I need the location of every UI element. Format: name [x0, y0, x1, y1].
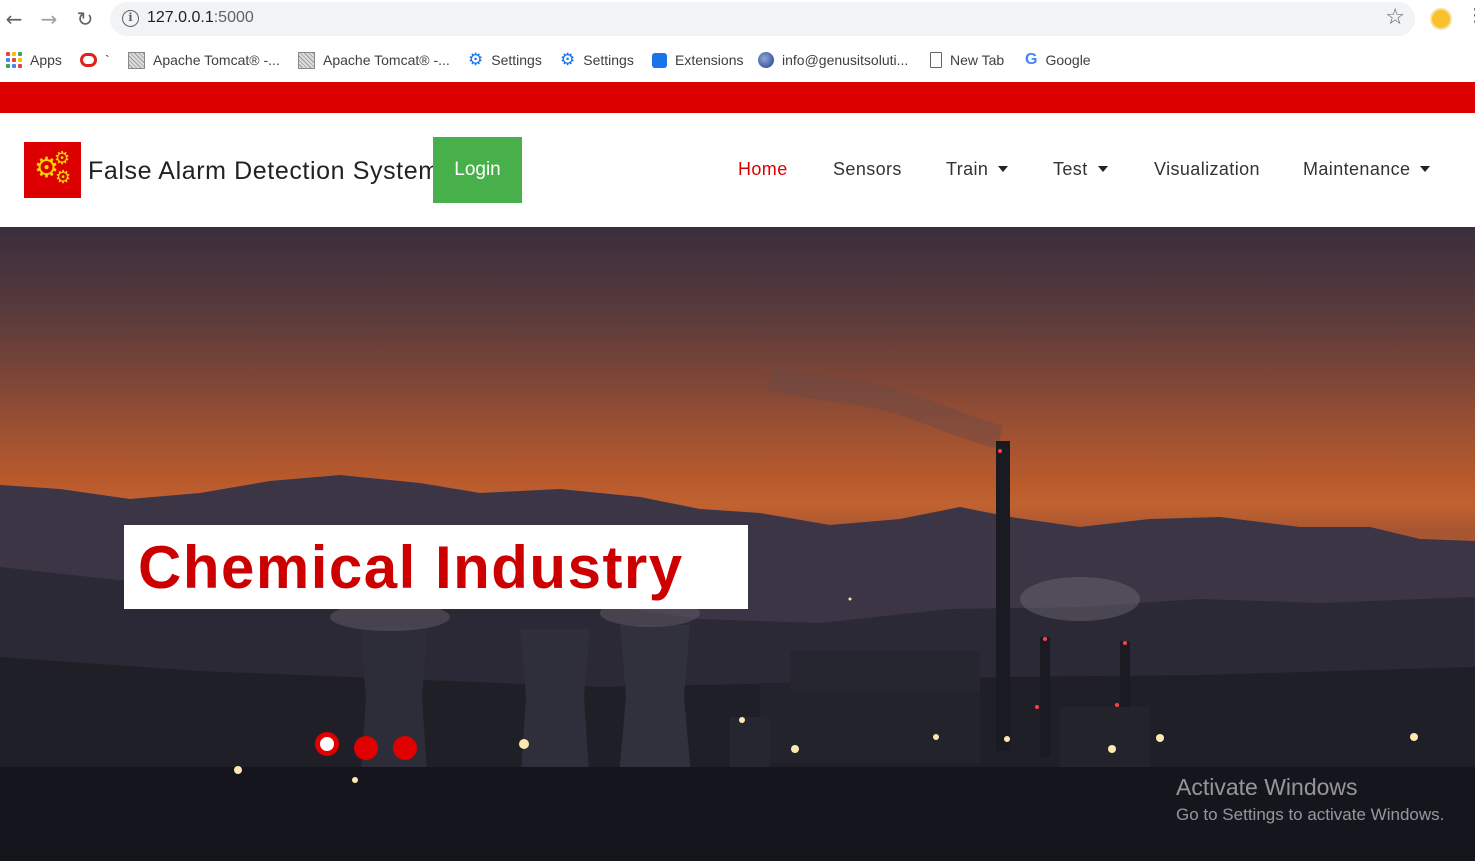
hero-caption: Chemical Industry [138, 534, 684, 601]
gear-icon: ⚙ [468, 49, 484, 70]
bookmark-extensions[interactable]: Extensions [652, 49, 743, 71]
carousel-indicator-1[interactable] [315, 732, 339, 756]
carousel-indicator-3[interactable] [393, 736, 417, 760]
gear-icon: ⚙ [54, 148, 71, 169]
gear-icon: ⚙ [55, 167, 72, 188]
bookmark-info-email[interactable]: info@genusitsoluti... [758, 49, 908, 71]
activate-windows-subtitle: Go to Settings to activate Windows. [1176, 805, 1445, 824]
back-arrow-icon[interactable]: ← [2, 6, 26, 32]
profile-avatar-icon[interactable] [1430, 8, 1452, 30]
tomcat-icon [298, 51, 315, 69]
hero-carousel: Chemical Industry Activate Windows Go to… [0, 227, 1475, 861]
bookmark-settings-1[interactable]: ⚙ Settings [468, 49, 542, 71]
carousel-indicator-2[interactable] [354, 736, 378, 760]
bookmark-label: New Tab [950, 52, 1005, 68]
nav-label: Sensors [833, 159, 902, 179]
bookmark-oracle[interactable]: ` [80, 49, 110, 71]
logo[interactable]: ⚙ ⚙ ⚙ [24, 142, 81, 198]
login-button[interactable]: Login [433, 137, 522, 203]
nav-label: Maintenance [1303, 159, 1411, 179]
url-port: :5000 [213, 9, 254, 26]
bookmark-label: Apache Tomcat® -... [153, 52, 280, 68]
oracle-icon [80, 53, 97, 67]
nav-label: Train [946, 159, 989, 179]
activate-windows-title: Activate Windows [1176, 774, 1358, 800]
nav-label: Visualization [1154, 159, 1260, 179]
reload-icon[interactable]: ↻ [73, 6, 97, 32]
bookmark-apps[interactable]: Apps [6, 49, 62, 71]
bookmark-apache-tomcat-2[interactable]: Apache Tomcat® -... [298, 49, 450, 71]
nav-label: Test [1053, 159, 1088, 179]
globe-icon [758, 52, 774, 68]
google-icon: G [1025, 51, 1038, 68]
caret-down-icon [998, 166, 1009, 172]
gear-icon: ⚙ [560, 49, 576, 70]
bookmark-label: Apache Tomcat® -... [323, 52, 450, 68]
address-bar[interactable]: i 127.0.0.1:5000 ☆ [110, 2, 1415, 36]
bookmark-label: Extensions [675, 52, 744, 68]
bookmark-label: info@genusitsoluti... [782, 52, 909, 68]
puzzle-icon [652, 52, 667, 68]
caret-down-icon [1420, 166, 1431, 172]
url-host: 127.0.0.1 [147, 9, 214, 26]
browser-menu-icon[interactable]: ⋮ [1466, 5, 1475, 26]
bookmark-new-tab[interactable]: New Tab [930, 49, 1004, 71]
browser-toolbar: ← → ↻ i 127.0.0.1:5000 ☆ ⋮ [0, 0, 1475, 40]
bookmark-label: Settings [583, 52, 634, 68]
bookmark-label: Google [1045, 52, 1091, 68]
nav-maintenance[interactable]: Maintenance [1303, 159, 1431, 180]
bookmark-apache-tomcat-1[interactable]: Apache Tomcat® -... [128, 49, 280, 71]
bookmark-label: Settings [491, 52, 542, 68]
bookmark-label: ` [105, 52, 110, 68]
site-header: ⚙ ⚙ ⚙ False Alarm Detection System Login… [0, 113, 1475, 227]
nav-sensors[interactable]: Sensors [833, 159, 902, 180]
info-icon[interactable]: i [122, 10, 139, 27]
nav-visualization[interactable]: Visualization [1154, 159, 1260, 180]
bookmark-settings-2[interactable]: ⚙ Settings [560, 49, 634, 71]
nav-test[interactable]: Test [1053, 159, 1108, 180]
bookmark-label: Apps [30, 52, 62, 68]
bookmarks-bar: Apps ` Apache Tomcat® -... Apache Tomcat… [0, 40, 1475, 80]
forward-arrow-icon[interactable]: → [37, 6, 61, 32]
top-red-bar [0, 82, 1475, 113]
url-text[interactable]: 127.0.0.1:5000 [147, 9, 254, 27]
nav-train[interactable]: Train [946, 159, 1009, 180]
brand-title[interactable]: False Alarm Detection System [88, 157, 440, 186]
page-icon [930, 52, 942, 68]
nav-home[interactable]: Home [738, 159, 788, 180]
caret-down-icon [1097, 166, 1108, 172]
hero-caption-box: Chemical Industry [124, 525, 748, 609]
apps-grid-icon [6, 52, 22, 68]
bookmark-star-icon[interactable]: ☆ [1385, 5, 1405, 30]
tomcat-icon [128, 51, 145, 69]
bookmark-google[interactable]: G Google [1025, 49, 1091, 71]
nav-label: Home [738, 159, 788, 179]
